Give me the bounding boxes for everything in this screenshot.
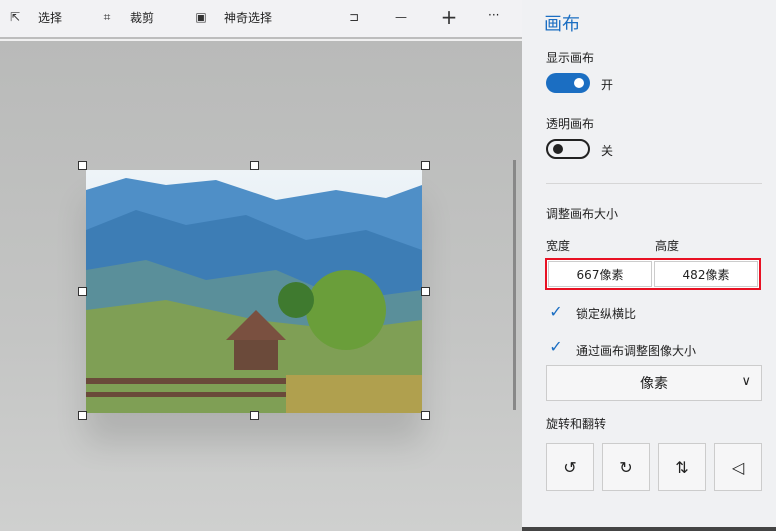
resize-image-label: 通过画布调整图像大小 bbox=[576, 344, 697, 358]
divider bbox=[546, 183, 762, 184]
resize-handle[interactable] bbox=[421, 411, 430, 420]
rotate-left-icon: ↺ bbox=[563, 457, 577, 477]
taskbar-edge bbox=[522, 527, 776, 531]
resize-canvas-heading: 调整画布大小 bbox=[546, 207, 619, 221]
canvas-image bbox=[86, 170, 422, 413]
flip-horizontal-button[interactable]: ◁ bbox=[714, 443, 762, 491]
height-label: 高度 bbox=[655, 239, 680, 253]
resize-handle[interactable] bbox=[78, 287, 87, 296]
flip-vertical-button[interactable]: ⇅ bbox=[658, 443, 706, 491]
height-input[interactable]: 482像素 bbox=[654, 261, 758, 287]
flag-button[interactable]: ⊐ bbox=[345, 8, 363, 26]
toolbar: ⇱ 选择 ⌗ 裁剪 ▣ 神奇选择 ⊐ — + ··· bbox=[0, 0, 522, 39]
select-button[interactable]: ⇱ 选择 bbox=[6, 8, 62, 26]
magic-select-icon: ▣ bbox=[195, 10, 207, 24]
rotate-flip-heading: 旋转和翻转 bbox=[546, 417, 607, 431]
unit-value: 像素 bbox=[640, 376, 668, 392]
crop-button[interactable]: ⌗ 裁剪 bbox=[98, 8, 154, 26]
magic-select-button[interactable]: ▣ 神奇选择 bbox=[192, 8, 272, 26]
resize-handle[interactable] bbox=[78, 411, 87, 420]
flip-vertical-icon: ⇅ bbox=[675, 457, 689, 477]
lock-aspect-label: 锁定纵横比 bbox=[576, 307, 637, 321]
magic-select-label: 神奇选择 bbox=[224, 10, 273, 25]
lock-aspect-checkbox[interactable]: ✓ bbox=[546, 302, 566, 322]
size-inputs: 667像素 482像素 bbox=[545, 258, 761, 290]
unit-dropdown[interactable]: 像素 ∨ bbox=[546, 365, 762, 401]
show-canvas-state: 开 bbox=[601, 78, 614, 92]
crop-label: 裁剪 bbox=[130, 10, 155, 25]
width-input[interactable]: 667像素 bbox=[548, 261, 652, 287]
resize-handle[interactable] bbox=[78, 161, 87, 170]
cursor-icon: ⇱ bbox=[9, 10, 21, 24]
chevron-down-icon: ∨ bbox=[741, 374, 751, 389]
resize-handle[interactable] bbox=[250, 411, 259, 420]
more-button[interactable]: ··· bbox=[488, 8, 499, 22]
plus-icon: + bbox=[440, 5, 458, 29]
rotate-right-button[interactable]: ↻ bbox=[602, 443, 650, 491]
minus-icon: — bbox=[395, 10, 407, 24]
resize-handle[interactable] bbox=[250, 161, 259, 170]
resize-handle[interactable] bbox=[421, 161, 430, 170]
crop-icon: ⌗ bbox=[103, 9, 111, 24]
show-canvas-toggle[interactable] bbox=[546, 73, 590, 93]
more-icon: ··· bbox=[488, 8, 500, 22]
transparent-canvas-toggle[interactable] bbox=[546, 139, 590, 159]
width-label: 宽度 bbox=[546, 239, 571, 253]
transparent-canvas-state: 关 bbox=[601, 144, 614, 158]
zoom-out-button[interactable]: — bbox=[392, 8, 410, 26]
rotate-left-button[interactable]: ↺ bbox=[546, 443, 594, 491]
scrollbar[interactable] bbox=[513, 160, 516, 410]
select-label: 选择 bbox=[38, 10, 63, 25]
canvas-panel: 画布 显示画布 开 透明画布 关 调整画布大小 宽度 高度 667像素 482像… bbox=[522, 0, 776, 531]
show-canvas-label: 显示画布 bbox=[546, 51, 595, 65]
flip-horizontal-icon: ◁ bbox=[731, 457, 745, 477]
transparent-canvas-label: 透明画布 bbox=[546, 117, 595, 131]
zoom-in-button[interactable]: + bbox=[440, 5, 458, 29]
rotate-right-icon: ↻ bbox=[619, 457, 633, 477]
panel-title: 画布 bbox=[544, 14, 580, 35]
flag-icon: ⊐ bbox=[348, 10, 360, 24]
resize-image-checkbox[interactable]: ✓ bbox=[546, 337, 566, 357]
resize-handle[interactable] bbox=[421, 287, 430, 296]
